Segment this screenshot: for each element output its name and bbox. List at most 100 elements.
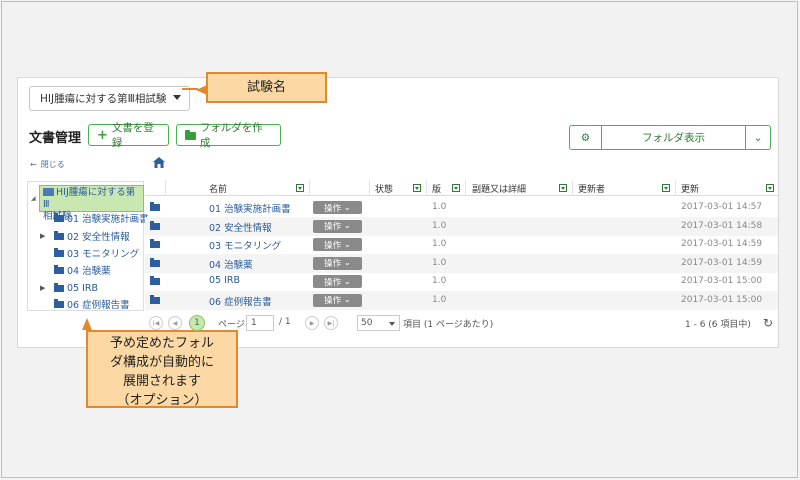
table-row[interactable]: 02 安全性情報 操作 ⌄ 1.0 2017-03-01 14:58: [145, 216, 778, 236]
chevron-down-icon: ⌄: [341, 239, 351, 250]
callout-folder-note: 予め定めたフォル ダ構成が自動的に 展開されます （オプション）: [82, 318, 238, 408]
tree-item[interactable]: 03 モニタリング: [54, 246, 139, 260]
tree-item-label: 02 安全性情報: [67, 232, 130, 243]
table-row[interactable]: 05 IRB 操作 ⌄ 1.0 2017-03-01 15:00: [145, 272, 778, 291]
tree-item[interactable]: 04 治験薬: [54, 263, 111, 277]
tree-item[interactable]: 06 症例報告書: [54, 297, 130, 311]
expand-triangle-icon[interactable]: ▶: [40, 284, 45, 292]
study-selector[interactable]: HIJ腫瘍に対する第Ⅲ相試験: [29, 86, 190, 111]
row-updated: 2017-03-01 15:00: [681, 276, 763, 286]
callout-arrow-icon: [82, 318, 92, 330]
page-input[interactable]: 1: [246, 315, 274, 331]
col-updater-header[interactable]: 更新者: [578, 180, 605, 196]
row-name-link[interactable]: 01 治験実施計画書: [209, 201, 291, 215]
row-action-label: 操作: [324, 203, 342, 214]
row-action-button[interactable]: 操作 ⌄: [313, 219, 362, 233]
per-page-select[interactable]: 50: [357, 315, 400, 331]
col-status-header[interactable]: 状態: [375, 180, 393, 196]
page-title: 文書管理: [29, 131, 82, 146]
row-action-label: 操作: [324, 259, 342, 269]
col-subtitle-header[interactable]: 副題又は詳細: [472, 180, 526, 196]
folder-icon: [150, 220, 160, 230]
folder-icon: [150, 257, 160, 267]
row-version: 1.0: [432, 239, 447, 249]
column-divider: [309, 180, 310, 196]
row-version: 1.0: [432, 276, 447, 286]
caret-down-icon: [389, 322, 395, 326]
view-mode-dropdown[interactable]: ⌄: [746, 126, 770, 149]
view-mode-button[interactable]: フォルダ表示: [602, 126, 746, 149]
table-row[interactable]: 01 治験実施計画書 操作 ⌄ 1.0 2017-03-01 14:57: [145, 198, 778, 217]
callout-line: 展開されます: [122, 374, 201, 389]
col-version-label: 版: [432, 184, 442, 195]
sort-icon[interactable]: [559, 184, 567, 192]
home-icon[interactable]: [153, 157, 165, 168]
settings-button[interactable]: ⚙: [570, 126, 602, 149]
column-divider: [426, 180, 427, 196]
last-page-button[interactable]: ▶|: [324, 316, 338, 330]
grid-header: 名前 状態 版 副題又は詳細 更新者 更新: [145, 180, 778, 196]
tree-item-label: 04 治験薬: [67, 266, 111, 277]
row-action-button[interactable]: 操作 ⌄: [313, 238, 362, 251]
pager: |◀ ◀ 1 ページ 1 / 1 ▶ ▶| 50 項目 (1 ページあたり) 1…: [145, 313, 778, 333]
row-action-button[interactable]: 操作 ⌄: [313, 256, 362, 270]
table-row[interactable]: 03 モニタリング 操作 ⌄ 1.0 2017-03-01 14:59: [145, 235, 778, 254]
row-name-link[interactable]: 04 治験薬: [209, 257, 253, 271]
folder-icon: [54, 247, 64, 257]
table-row[interactable]: 06 症例報告書 操作 ⌄ 1.0 2017-03-01 15:00: [145, 290, 778, 310]
col-name-label: 名前: [209, 184, 228, 195]
next-page-button[interactable]: ▶: [305, 316, 319, 330]
register-document-button[interactable]: + 文書を登録: [88, 122, 169, 149]
tree-root-node[interactable]: HIJ腫瘍に対する第Ⅲ 相試験: [39, 185, 144, 222]
row-action-button[interactable]: 操作 ⌄: [313, 201, 362, 214]
tree-item[interactable]: 01 治験実施計画書: [54, 211, 149, 225]
close-tree-link[interactable]: ← 閉じる: [30, 159, 65, 170]
sort-icon[interactable]: [662, 184, 670, 192]
tree-item-label: 01 治験実施計画書: [67, 214, 149, 225]
folder-icon: [54, 282, 64, 292]
expanded-triangle-icon[interactable]: ◢: [31, 195, 36, 202]
per-page-value: 50: [361, 318, 373, 328]
table-row[interactable]: 04 治験薬 操作 ⌄ 1.0 2017-03-01 14:59: [145, 253, 778, 273]
current-page-button[interactable]: 1: [189, 315, 205, 331]
row-updated: 2017-03-01 14:59: [681, 257, 763, 268]
chevron-down-icon: ⌄: [341, 295, 351, 305]
chevron-down-icon: ⌄: [753, 131, 763, 144]
create-folder-button[interactable]: フォルダを作成: [176, 122, 281, 149]
view-mode-group: ⚙ フォルダ表示 ⌄: [569, 125, 771, 150]
col-status-label: 状態: [375, 184, 394, 195]
chevron-down-icon: ⌄: [341, 258, 351, 268]
tree-item[interactable]: 02 安全性情報: [54, 229, 130, 243]
row-action-button[interactable]: 操作 ⌄: [313, 293, 362, 307]
sort-icon[interactable]: [296, 184, 304, 192]
folder-icon: [185, 129, 196, 140]
col-subtitle-label: 副題又は詳細: [472, 184, 527, 195]
row-action-label: 操作: [324, 222, 342, 232]
tree-item[interactable]: 05 IRB: [54, 281, 98, 295]
refresh-icon[interactable]: ↻: [763, 316, 773, 330]
col-version-header[interactable]: 版: [432, 180, 441, 196]
col-name-header[interactable]: 名前: [209, 180, 227, 196]
row-version: 1.0: [432, 202, 447, 212]
row-version: 1.0: [432, 257, 447, 268]
row-action-button[interactable]: 操作 ⌄: [313, 275, 362, 288]
col-updater-label: 更新者: [578, 184, 606, 195]
row-name-link[interactable]: 05 IRB: [209, 275, 240, 286]
sort-icon[interactable]: [766, 184, 774, 192]
page-label: ページ: [218, 320, 245, 330]
expand-triangle-icon[interactable]: ▶: [40, 232, 45, 240]
first-page-button[interactable]: |◀: [149, 316, 163, 330]
callout-study-name: 試験名: [182, 72, 327, 103]
pager-summary: 1 - 6 (6 項目中): [685, 320, 751, 330]
row-updated: 2017-03-01 15:00: [681, 294, 763, 305]
register-document-label: 文書を登録: [111, 122, 154, 149]
callout-arrow-icon: [196, 85, 207, 95]
row-name-link[interactable]: 06 症例報告書: [209, 294, 272, 308]
study-selector-value: HIJ腫瘍に対する第Ⅲ相試験: [40, 93, 167, 105]
row-name-link[interactable]: 03 モニタリング: [209, 238, 281, 252]
sort-icon[interactable]: [452, 184, 460, 192]
col-updated-header[interactable]: 更新: [681, 180, 699, 196]
row-name-link[interactable]: 02 安全性情報: [209, 220, 272, 234]
prev-page-button[interactable]: ◀: [168, 316, 182, 330]
sort-icon[interactable]: [413, 184, 421, 192]
